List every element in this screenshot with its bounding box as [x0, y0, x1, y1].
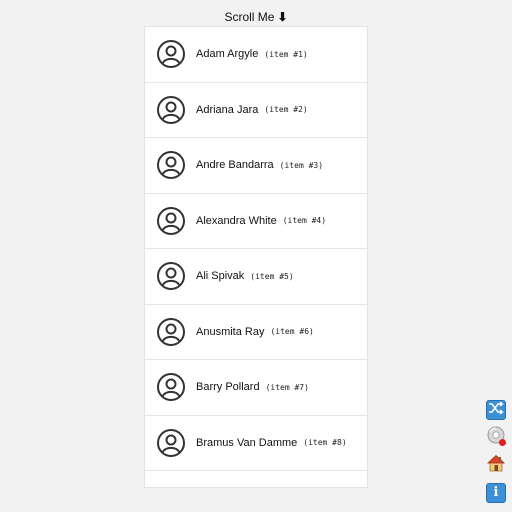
- list-item[interactable]: Bramus Van Damme (item #8): [145, 416, 367, 471]
- item-name: Anusmita Ray: [196, 325, 265, 338]
- side-toolbar: i: [486, 400, 508, 510]
- item-tag: (item #1): [264, 49, 308, 59]
- list-item[interactable]: Adriana Jara (item #2): [145, 83, 367, 138]
- info-icon: i: [493, 484, 499, 500]
- item-name: Adam Argyle: [196, 48, 259, 61]
- shuffle-icon: [488, 400, 504, 421]
- list-item[interactable]: Adam Argyle (item #1): [145, 27, 367, 83]
- list-item[interactable]: Andre Bandarra (item #3): [145, 138, 367, 194]
- cd-icon: [487, 426, 505, 449]
- item-name: Alexandra White: [196, 214, 277, 227]
- list-item[interactable]: Barry Pollard (item #7): [145, 360, 367, 416]
- info-button[interactable]: i: [486, 482, 506, 503]
- item-tag: (item #8): [303, 438, 347, 448]
- item-name: Andre Bandarra: [196, 159, 274, 172]
- item-tag: (item #6): [270, 327, 314, 337]
- item-name: Barry Pollard: [196, 381, 260, 394]
- user-avatar-icon: [156, 206, 186, 236]
- home-icon: [486, 453, 506, 478]
- user-avatar-icon: [156, 39, 186, 69]
- list-item[interactable]: Ali Spivak (item #5): [145, 249, 367, 305]
- list-item[interactable]: Anusmita Ray (item #6): [145, 305, 367, 360]
- shuffle-button[interactable]: [486, 400, 506, 420]
- item-tag: (item #7): [265, 382, 309, 392]
- item-name: Adriana Jara: [196, 103, 259, 116]
- list-item[interactable]: Alexandra White (item #4): [145, 194, 367, 249]
- user-avatar-icon: [156, 317, 186, 347]
- scroll-list[interactable]: Adam Argyle (item #1) Adriana Jara (item #…: [144, 26, 368, 488]
- arrow-down-icon: ⬇: [277, 10, 288, 24]
- home-button[interactable]: [486, 453, 506, 478]
- page-title: Scroll Me: [224, 10, 275, 24]
- item-name: Ali Spivak: [196, 270, 245, 283]
- user-avatar-icon: [156, 428, 186, 458]
- user-avatar-icon: [156, 95, 186, 125]
- user-avatar-icon: [156, 372, 186, 402]
- list-item-partial: [145, 471, 367, 487]
- item-tag: (item #5): [250, 271, 294, 281]
- cd-button[interactable]: [486, 426, 506, 449]
- user-avatar-icon: [156, 261, 186, 291]
- item-name: Bramus Van Damme: [196, 436, 298, 449]
- user-avatar-icon: [156, 150, 186, 180]
- item-tag: (item #2): [264, 105, 308, 115]
- page-heading: Scroll Me ⬇: [0, 9, 512, 25]
- item-tag: (item #4): [282, 216, 327, 226]
- item-tag: (item #3): [279, 160, 324, 170]
- notification-dot: [499, 438, 506, 446]
